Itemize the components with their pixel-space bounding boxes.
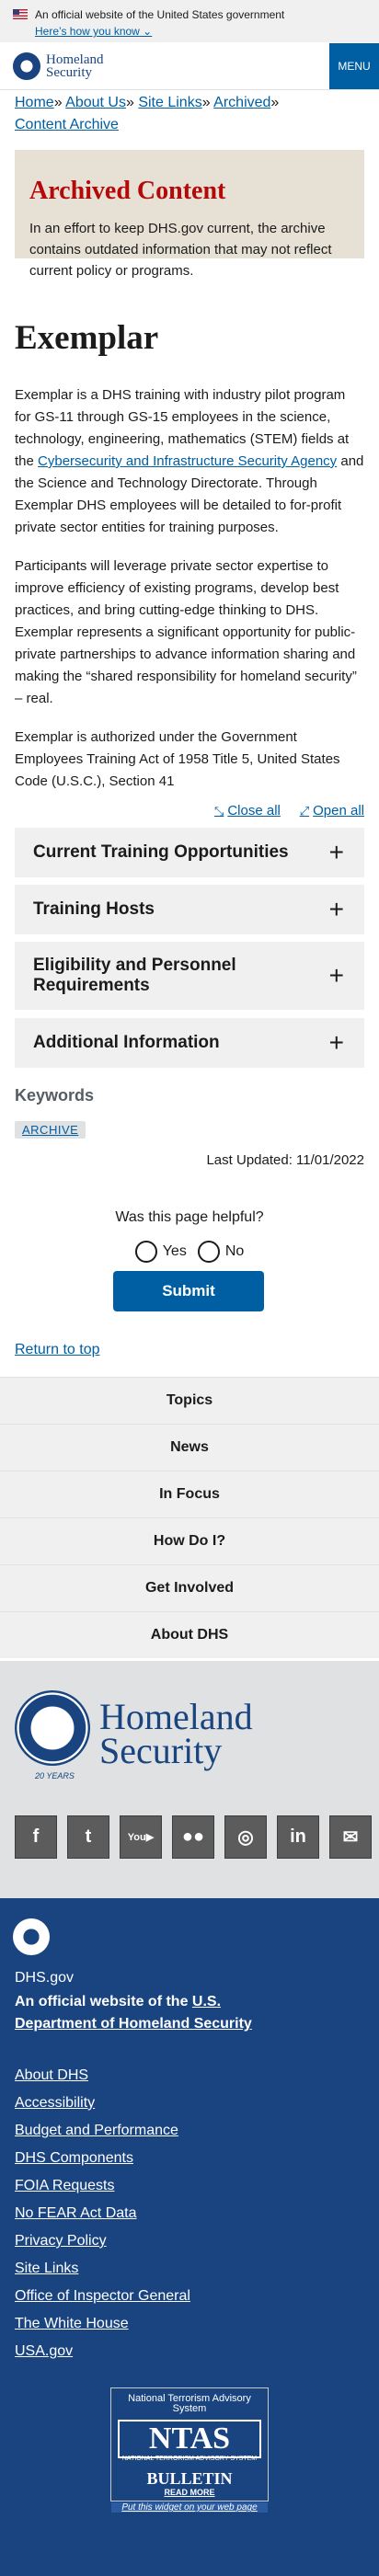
page-body: Exemplar is a DHS training with industry… xyxy=(15,384,364,809)
no-option[interactable]: No xyxy=(197,1241,244,1263)
submit-button[interactable]: Submit xyxy=(113,1271,264,1311)
flickr-icon[interactable]: ●● xyxy=(172,1815,214,1859)
heres-how-you-know-link[interactable]: Here’s how you know ⌄ xyxy=(35,23,152,40)
footer-nav: Topics News In Focus How Do I? Get Invol… xyxy=(0,1377,379,1658)
footer-nav-item[interactable]: About DHS xyxy=(0,1611,379,1658)
breadcrumb-about-us[interactable]: About Us xyxy=(65,95,126,110)
footer-bottom: DHS.gov An official website of the U.S. … xyxy=(0,1898,379,2576)
footer-domain: DHS.gov xyxy=(15,1970,75,1986)
breadcrumb xyxy=(0,50,379,92)
footer-links: About DHS Accessibility Budget and Perfo… xyxy=(15,2062,190,2365)
accordion-item[interactable]: Additional Information + xyxy=(15,1018,364,1068)
footer-nav-item[interactable]: How Do I? xyxy=(0,1517,379,1564)
widget-link[interactable]: Put this widget on your web page xyxy=(111,2502,268,2513)
open-all-link[interactable]: ⤢ Open all xyxy=(300,803,364,819)
instagram-icon[interactable]: ◎ xyxy=(224,1815,267,1859)
plus-icon: + xyxy=(328,895,344,923)
youtube-icon[interactable]: You▶ xyxy=(120,1815,162,1859)
social-links: f t You▶ ●● ◎ in ✉ xyxy=(15,1815,372,1859)
keywords-heading: Keywords xyxy=(15,1086,95,1105)
paragraph-2: Participants will leverage private secto… xyxy=(15,558,357,706)
accordion-toggles: ⤡ Close all ⤢ Open all xyxy=(15,803,364,819)
footer-link[interactable]: Office of Inspector General xyxy=(15,2288,190,2304)
email-icon[interactable]: ✉ xyxy=(329,1815,372,1859)
last-updated: Last Updated: 11/01/2022 xyxy=(206,1152,364,1168)
feedback-options: Yes No xyxy=(15,1241,364,1263)
footer-nav-item[interactable]: Topics xyxy=(0,1377,379,1424)
footer-nav-item[interactable]: News xyxy=(0,1424,379,1471)
yes-radio[interactable] xyxy=(134,1241,157,1263)
footer-link[interactable]: DHS Components xyxy=(15,2150,133,2166)
accordion-item[interactable]: Current Training Opportunities + xyxy=(15,828,364,877)
expand-icon: ⤢ xyxy=(299,804,310,818)
footer-link[interactable]: The White House xyxy=(15,2316,129,2331)
facebook-icon[interactable]: f xyxy=(15,1815,57,1859)
plus-icon: + xyxy=(328,961,344,990)
twitter-icon[interactable]: t xyxy=(67,1815,109,1859)
footer-link[interactable]: USA.gov xyxy=(15,2343,73,2359)
collapse-icon: ⤡ xyxy=(213,804,224,818)
plus-icon: + xyxy=(328,1028,344,1057)
breadcrumb-archived[interactable]: Archived xyxy=(213,95,270,110)
read-more-link[interactable]: READ MORE xyxy=(111,2488,268,2497)
return-to-top-link[interactable]: Return to top xyxy=(15,1342,364,1358)
homeland-security-logo[interactable]: Homeland Security xyxy=(99,1699,253,1769)
footer-logo-area: Homeland Security 20 YEARS f t You▶ ●● ◎ … xyxy=(0,1661,379,1898)
gov-banner: An official website of the United States… xyxy=(0,0,379,42)
paragraph-1: Exemplar is a DHS training with industry… xyxy=(15,387,364,535)
archived-text: In an effort to keep DHS.gov current, th… xyxy=(29,221,332,279)
breadcrumb-site-links[interactable]: Site Links xyxy=(138,95,201,110)
us-flag-icon xyxy=(13,9,28,19)
feedback-question: Was this page helpful? xyxy=(115,1209,264,1225)
accordion-item[interactable]: Eligibility and Personnel Requirements + xyxy=(15,942,364,1010)
breadcrumb-list: Home» About Us» Site Links» Archived» Co… xyxy=(15,95,280,132)
no-radio[interactable] xyxy=(197,1241,220,1263)
yes-option[interactable]: Yes xyxy=(134,1241,187,1263)
footer-link[interactable]: Budget and Performance xyxy=(15,2123,178,2138)
ntas-widget[interactable]: National Terrorism Advisory System NTAS … xyxy=(110,2387,269,2513)
footer-link[interactable]: Accessibility xyxy=(15,2095,95,2111)
seal-caption: 20 YEARS xyxy=(35,1771,75,1780)
footer-official-text: An official website of the U.S. Departme… xyxy=(15,1994,252,2032)
keyword-archive-link[interactable]: ARCHIVE xyxy=(15,1121,86,1139)
breadcrumb-content-archive[interactable]: Content Archive xyxy=(15,117,119,132)
page-title: Exemplar xyxy=(15,319,159,357)
dhs-seal-icon xyxy=(15,1690,90,1766)
footer-link[interactable]: No FEAR Act Data xyxy=(15,2205,137,2221)
footer-link[interactable]: About DHS xyxy=(15,2067,88,2083)
archived-title: Archived Content xyxy=(29,177,226,205)
archived-notice: Archived Content In an effort to keep DH… xyxy=(15,150,364,279)
footer-nav-item[interactable]: Get Involved xyxy=(0,1564,379,1611)
linkedin-icon[interactable]: in xyxy=(277,1815,319,1859)
banner-text: An official website of the United States… xyxy=(35,8,285,21)
cisa-link[interactable]: Cybersecurity and Infrastructure Securit… xyxy=(38,453,337,469)
footer-link[interactable]: Privacy Policy xyxy=(15,2233,107,2249)
paragraph-3: Exemplar is authorized under the Governm… xyxy=(15,729,340,789)
footer-link[interactable]: Site Links xyxy=(15,2261,78,2276)
page: An official website of the United States… xyxy=(0,0,379,2576)
dhs-seal-icon xyxy=(13,1918,50,1955)
footer-nav-item[interactable]: In Focus xyxy=(0,1471,379,1517)
keyword-tag: ARCHIVE xyxy=(15,1121,364,1139)
close-all-link[interactable]: ⤡ Close all xyxy=(214,803,281,819)
footer-link[interactable]: FOIA Requests xyxy=(15,2178,115,2193)
plus-icon: + xyxy=(328,838,344,866)
breadcrumb-home[interactable]: Home xyxy=(15,95,54,110)
accordion-item[interactable]: Training Hosts + xyxy=(15,885,364,934)
ntas-logo: NTAS xyxy=(118,2420,261,2458)
